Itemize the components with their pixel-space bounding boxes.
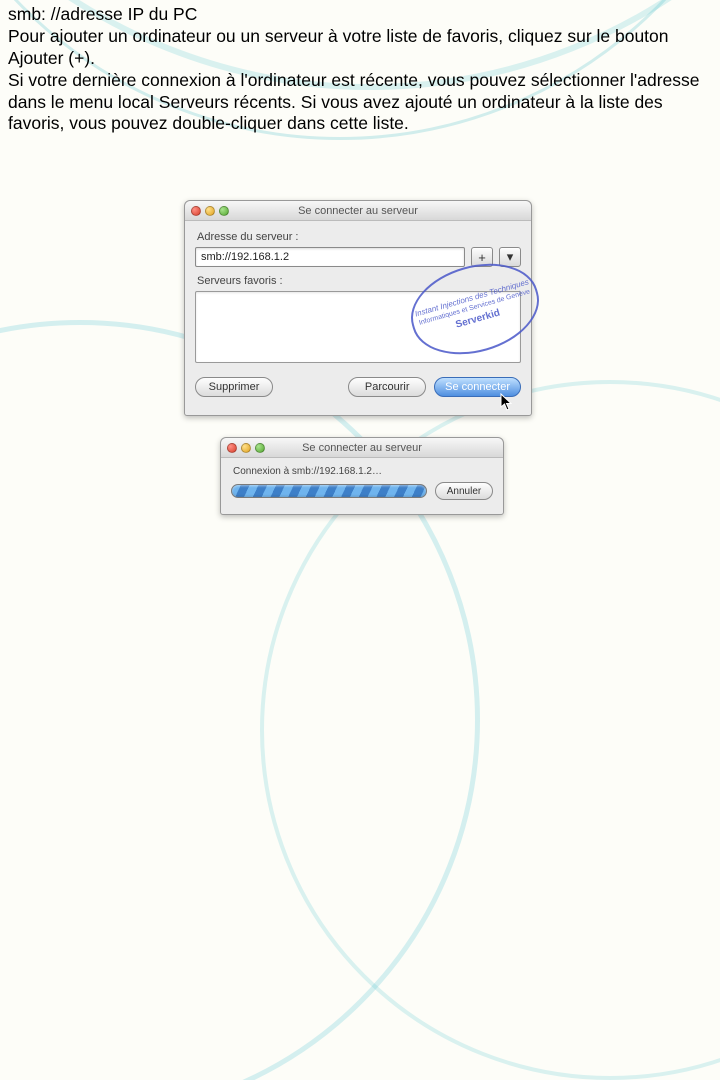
remove-button[interactable]: Supprimer — [195, 377, 273, 397]
plus-icon: + — [478, 250, 486, 265]
window-title: Se connecter au serveur — [185, 205, 531, 217]
instruction-text: smb: //adresse IP du PC Pour ajouter un … — [8, 4, 712, 135]
connect-button[interactable]: Se connecter — [434, 377, 521, 397]
server-address-label: Adresse du serveur : — [197, 231, 521, 243]
favorite-servers-label: Serveurs favoris : — [197, 275, 521, 287]
connect-to-server-window: Se connecter au serveur Adresse du serve… — [184, 200, 532, 416]
connecting-progress-window: Se connecter au serveur Connexion à smb:… — [220, 437, 504, 515]
instruction-line-1: smb: //adresse IP du PC — [8, 4, 712, 26]
cancel-button[interactable]: Annuler — [435, 482, 493, 500]
connection-status-text: Connexion à smb://192.168.1.2… — [233, 466, 493, 477]
instruction-line-3: Si votre dernière connexion à l'ordinate… — [8, 70, 712, 136]
progress-bar — [231, 484, 427, 498]
titlebar[interactable]: Se connecter au serveur — [221, 438, 503, 458]
favorite-servers-list[interactable] — [195, 291, 521, 363]
titlebar[interactable]: Se connecter au serveur — [185, 201, 531, 221]
chevron-down-icon: ▾ — [507, 249, 514, 265]
browse-button[interactable]: Parcourir — [348, 377, 426, 397]
window-title: Se connecter au serveur — [221, 442, 503, 454]
server-address-input[interactable]: smb://192.168.1.2 — [195, 247, 465, 267]
recent-servers-button[interactable]: ▾ — [499, 247, 521, 267]
instruction-line-2: Pour ajouter un ordinateur ou un serveur… — [8, 26, 712, 70]
add-favorite-button[interactable]: + — [471, 247, 493, 267]
